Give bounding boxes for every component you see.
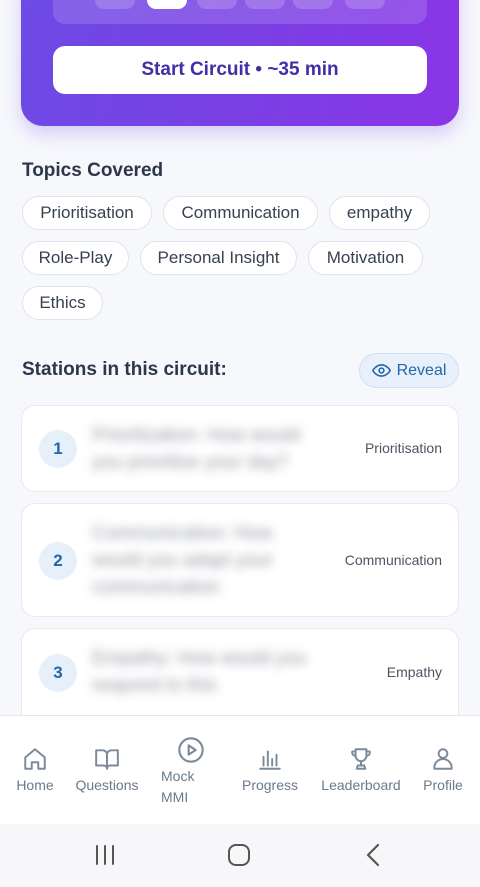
station-segment[interactable] <box>345 0 385 9</box>
topic-chip[interactable]: Role-Play <box>22 241 129 275</box>
topic-chip[interactable]: Prioritisation <box>22 196 152 230</box>
nav-questions[interactable]: Questions <box>70 716 144 825</box>
play-circle-icon <box>178 737 204 763</box>
nav-progress[interactable]: Progress <box>236 716 304 825</box>
station-question-blurred: Prioritization: How would you prioritise… <box>92 425 301 473</box>
station-question-blurred: Communication: How would you adapt your … <box>92 523 273 598</box>
start-circuit-button[interactable]: Start Circuit • ~35 min <box>53 46 427 94</box>
station-card[interactable]: 2 Communication: How would you adapt you… <box>21 503 459 617</box>
back-icon[interactable] <box>362 842 384 868</box>
station-segment[interactable] <box>197 0 237 9</box>
station-number: 3 <box>39 654 77 692</box>
station-number: 2 <box>39 542 77 580</box>
station-segment[interactable] <box>245 0 285 9</box>
bar-chart-icon <box>259 750 281 770</box>
recent-apps-icon[interactable] <box>94 842 116 868</box>
nav-mock-mmi[interactable]: Mock MMI <box>156 716 226 825</box>
system-navigation-bar <box>0 824 480 887</box>
station-topic-tag: Prioritisation <box>364 440 442 456</box>
nav-profile[interactable]: Profile <box>414 716 472 825</box>
nav-progress-label: Progress <box>241 777 299 793</box>
nav-profile-label: Profile <box>423 777 463 793</box>
station-segment[interactable] <box>293 0 333 9</box>
bottom-navigation: Home Questions Mock MMI Progress Leaderb… <box>0 715 480 824</box>
nav-questions-label: Questions <box>75 777 139 793</box>
nav-home[interactable]: Home <box>0 716 70 825</box>
trophy-icon <box>351 748 371 770</box>
nav-leaderboard-label: Leaderboard <box>321 777 401 793</box>
user-icon <box>433 748 453 770</box>
topic-chip[interactable]: Personal Insight <box>140 241 297 275</box>
station-segment-active[interactable] <box>147 0 187 9</box>
topics-title: Topics Covered <box>22 160 164 181</box>
topic-chip[interactable]: empathy <box>329 196 430 230</box>
home-circle-icon[interactable] <box>227 842 251 868</box>
reveal-label: Reveal <box>396 361 447 379</box>
station-topic-tag: Communication <box>344 552 442 568</box>
eye-icon <box>371 364 391 377</box>
station-number: 1 <box>39 430 77 468</box>
topic-chip[interactable]: Motivation <box>308 241 423 275</box>
nav-leaderboard[interactable]: Leaderboard <box>316 716 406 825</box>
topic-chip[interactable]: Ethics <box>22 286 103 320</box>
topic-chip[interactable]: Communication <box>163 196 318 230</box>
station-question-blurred: Empathy: How would you respond to this <box>92 648 307 696</box>
stations-title: Stations in this circuit: <box>22 359 227 380</box>
station-selector <box>53 0 427 24</box>
book-icon <box>95 749 119 770</box>
home-icon <box>24 748 46 770</box>
nav-mock-mmi-label: Mock MMI <box>161 768 195 805</box>
reveal-button[interactable]: Reveal <box>359 353 459 388</box>
station-segment[interactable] <box>95 0 135 9</box>
station-card[interactable]: 1 Prioritization: How would you prioriti… <box>21 405 459 492</box>
circuit-hero-card: Start Circuit • ~35 min <box>21 0 459 126</box>
nav-home-label: Home <box>16 777 54 793</box>
station-topic-tag: Empathy <box>386 664 442 680</box>
station-card[interactable]: 3 Empathy: How would you respond to this… <box>21 628 459 728</box>
